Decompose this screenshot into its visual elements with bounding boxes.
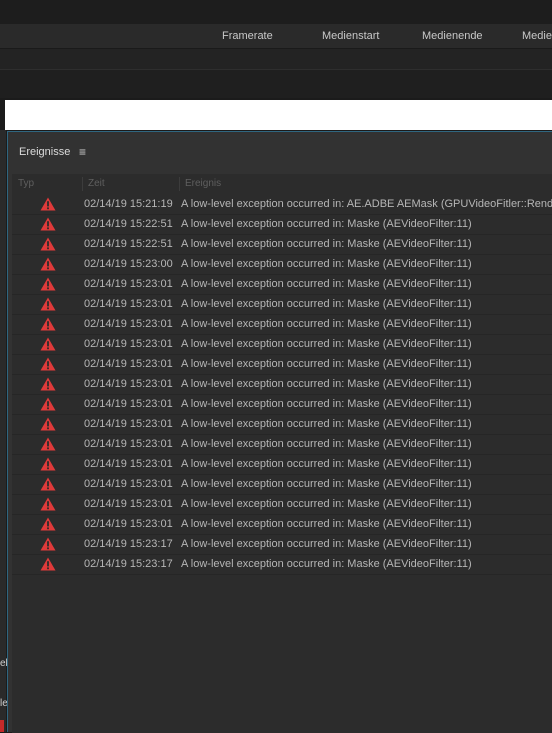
row-time: 02/14/19 15:23:01: [84, 398, 173, 410]
row-message: A low-level exception occurred in: Maske…: [181, 498, 472, 510]
warning-triangle-icon: [40, 377, 56, 391]
warning-triangle-icon: [40, 397, 56, 411]
warning-triangle-icon: [40, 277, 56, 291]
row-message: A low-level exception occurred in: Maske…: [181, 338, 472, 350]
row-time: 02/14/19 15:22:51: [84, 218, 173, 230]
text-input-field[interactable]: [5, 100, 552, 130]
table-row[interactable]: 02/14/19 15:23:17 A low-level exception o…: [12, 535, 552, 555]
table-row[interactable]: 02/14/19 15:23:01 A low-level exception o…: [12, 315, 552, 335]
toolbar-strip: [0, 49, 552, 70]
table-row[interactable]: 02/14/19 15:23:01 A low-level exception o…: [12, 435, 552, 455]
table-row[interactable]: 02/14/19 15:23:17 A low-level exception o…: [12, 555, 552, 575]
column-header-ereignis[interactable]: Ereignis: [185, 178, 221, 189]
events-panel: Ereignisse ≡ Typ Zeit Ereignis 02/14/19 …: [7, 131, 552, 733]
warning-triangle-icon: [40, 537, 56, 551]
column-header-medie[interactable]: Medie: [522, 30, 552, 42]
warning-triangle-icon: [40, 517, 56, 531]
warning-triangle-icon: [40, 477, 56, 491]
table-row[interactable]: 02/14/19 15:23:00 A low-level exception o…: [12, 255, 552, 275]
hamburger-menu-icon[interactable]: ≡: [79, 145, 86, 159]
row-time: 02/14/19 15:23:01: [84, 318, 173, 330]
table-row[interactable]: 02/14/19 15:23:01 A low-level exception o…: [12, 275, 552, 295]
column-divider[interactable]: [82, 177, 83, 191]
table-body: 02/14/19 15:21:19 A low-level exception o…: [12, 195, 552, 575]
panel-header: Ereignisse ≡: [8, 132, 552, 172]
row-time: 02/14/19 15:23:01: [84, 278, 173, 290]
table-row[interactable]: 02/14/19 15:21:19 A low-level exception o…: [12, 195, 552, 215]
row-message: A low-level exception occurred in: Maske…: [181, 218, 472, 230]
top-strip: [0, 0, 552, 24]
warning-triangle-icon: [40, 297, 56, 311]
left-edge-red-marker: [0, 720, 4, 732]
row-time: 02/14/19 15:23:01: [84, 418, 173, 430]
column-header-medienstart[interactable]: Medienstart: [322, 30, 379, 42]
row-time: 02/14/19 15:23:17: [84, 538, 173, 550]
table-row[interactable]: 02/14/19 15:23:01 A low-level exception o…: [12, 475, 552, 495]
row-message: A low-level exception occurred in: Maske…: [181, 418, 472, 430]
table-header: Typ Zeit Ereignis: [12, 174, 552, 194]
row-time: 02/14/19 15:23:01: [84, 458, 173, 470]
row-message: A low-level exception occurred in: Maske…: [181, 258, 472, 270]
warning-triangle-icon: [40, 217, 56, 231]
events-table: Typ Zeit Ereignis 02/14/19 15:21:19 A low…: [12, 174, 552, 733]
warning-triangle-icon: [40, 337, 56, 351]
warning-triangle-icon: [40, 317, 56, 331]
row-time: 02/14/19 15:23:01: [84, 338, 173, 350]
row-time: 02/14/19 15:23:01: [84, 518, 173, 530]
row-message: A low-level exception occurred in: Maske…: [181, 298, 472, 310]
row-message: A low-level exception occurred in: Maske…: [181, 438, 472, 450]
row-message: A low-level exception occurred in: Maske…: [181, 518, 472, 530]
row-time: 02/14/19 15:23:01: [84, 438, 173, 450]
row-message: A low-level exception occurred in: Maske…: [181, 278, 472, 290]
table-row[interactable]: 02/14/19 15:23:01 A low-level exception o…: [12, 395, 552, 415]
left-edge-panel: el le: [0, 130, 8, 732]
warning-triangle-icon: [40, 437, 56, 451]
row-time: 02/14/19 15:23:01: [84, 358, 173, 370]
row-message: A low-level exception occurred in: Maske…: [181, 398, 472, 410]
row-time: 02/14/19 15:23:00: [84, 258, 173, 270]
row-time: 02/14/19 15:23:01: [84, 378, 173, 390]
warning-triangle-icon: [40, 197, 56, 211]
row-message: A low-level exception occurred in: Maske…: [181, 238, 472, 250]
row-time: 02/14/19 15:23:01: [84, 478, 173, 490]
column-header-medienende[interactable]: Medienende: [422, 30, 483, 42]
row-time: 02/14/19 15:23:01: [84, 298, 173, 310]
table-row[interactable]: 02/14/19 15:23:01 A low-level exception o…: [12, 355, 552, 375]
table-row[interactable]: 02/14/19 15:22:51 A low-level exception o…: [12, 215, 552, 235]
table-row[interactable]: 02/14/19 15:22:51 A low-level exception o…: [12, 235, 552, 255]
column-header-zeit[interactable]: Zeit: [88, 178, 105, 189]
column-header-bar: Framerate Medienstart Medienende Medie: [0, 24, 552, 49]
warning-triangle-icon: [40, 257, 56, 271]
row-message: A low-level exception occurred in: Maske…: [181, 378, 472, 390]
table-row[interactable]: 02/14/19 15:23:01 A low-level exception o…: [12, 415, 552, 435]
row-message: A low-level exception occurred in: Maske…: [181, 358, 472, 370]
gap-strip: [0, 70, 552, 98]
row-message: A low-level exception occurred in: Maske…: [181, 458, 472, 470]
table-row[interactable]: 02/14/19 15:23:01 A low-level exception o…: [12, 495, 552, 515]
row-time: 02/14/19 15:22:51: [84, 238, 173, 250]
table-row[interactable]: 02/14/19 15:23:01 A low-level exception o…: [12, 295, 552, 315]
column-header-typ[interactable]: Typ: [18, 178, 34, 189]
table-row[interactable]: 02/14/19 15:23:01 A low-level exception o…: [12, 335, 552, 355]
warning-triangle-icon: [40, 497, 56, 511]
row-time: 02/14/19 15:23:17: [84, 558, 173, 570]
row-message: A low-level exception occurred in: Maske…: [181, 478, 472, 490]
row-time: 02/14/19 15:23:01: [84, 498, 173, 510]
warning-triangle-icon: [40, 457, 56, 471]
row-message: A low-level exception occurred in: Maske…: [181, 318, 472, 330]
panel-title[interactable]: Ereignisse: [19, 146, 70, 158]
table-row[interactable]: 02/14/19 15:23:01 A low-level exception o…: [12, 515, 552, 535]
row-message: A low-level exception occurred in: AE.AD…: [181, 198, 552, 210]
row-message: A low-level exception occurred in: Maske…: [181, 558, 472, 570]
warning-triangle-icon: [40, 417, 56, 431]
warning-triangle-icon: [40, 237, 56, 251]
table-row[interactable]: 02/14/19 15:23:01 A low-level exception o…: [12, 455, 552, 475]
row-time: 02/14/19 15:21:19: [84, 198, 173, 210]
column-header-framerate[interactable]: Framerate: [222, 30, 273, 42]
warning-triangle-icon: [40, 357, 56, 371]
table-row[interactable]: 02/14/19 15:23:01 A low-level exception o…: [12, 375, 552, 395]
row-message: A low-level exception occurred in: Maske…: [181, 538, 472, 550]
warning-triangle-icon: [40, 557, 56, 571]
column-divider[interactable]: [179, 177, 180, 191]
